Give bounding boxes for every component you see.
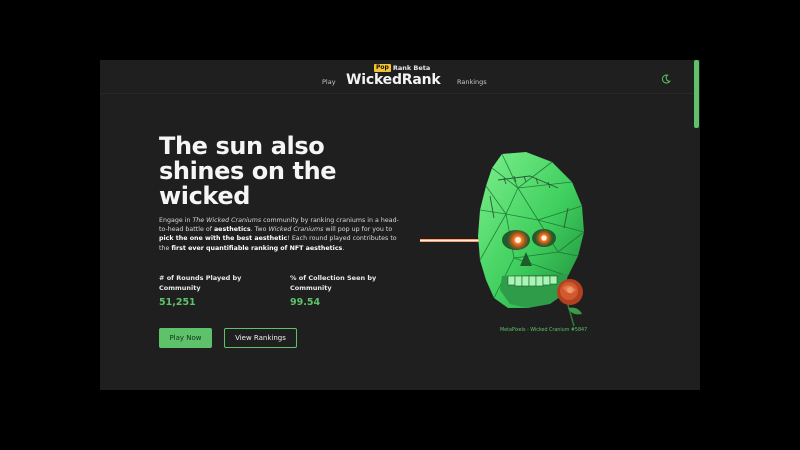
app-window: Pop Rank Beta WickedRank Play Rankings T…: [100, 60, 700, 390]
stat-rounds-played: # of Rounds Played by Community 51,251: [159, 274, 269, 308]
stat-label: # of Rounds Played by Community: [159, 274, 242, 292]
pop-badge: Pop: [374, 64, 391, 72]
stat-collection-seen: % of Collection Seen by Community 99.54: [290, 274, 400, 308]
view-rankings-button[interactable]: View Rankings: [224, 328, 297, 348]
play-now-button[interactable]: Play Now: [159, 328, 212, 348]
stat-value: 51,251: [159, 297, 196, 308]
scrollbar-thumb[interactable]: [694, 60, 699, 128]
nav-rankings-link[interactable]: Rankings: [457, 78, 487, 86]
hero-title: The sun also shines on the wicked: [159, 132, 337, 210]
moon-icon[interactable]: [660, 70, 672, 84]
brand-logo[interactable]: WickedRank: [346, 72, 441, 88]
nav-play-link[interactable]: Play: [322, 78, 336, 86]
artwork-caption: MetaPixels - Wicked Cranium #5847: [500, 328, 588, 333]
hero-description: Engage in The Wicked Craniums community …: [159, 217, 399, 252]
stat-value: 99.54: [290, 297, 321, 308]
stat-label: % of Collection Seen by Community: [290, 274, 377, 292]
brand-subtitle-text: Rank Beta: [392, 64, 431, 72]
skull-illustration: [420, 152, 585, 327]
navbar: Pop Rank Beta WickedRank Play Rankings: [100, 60, 700, 94]
